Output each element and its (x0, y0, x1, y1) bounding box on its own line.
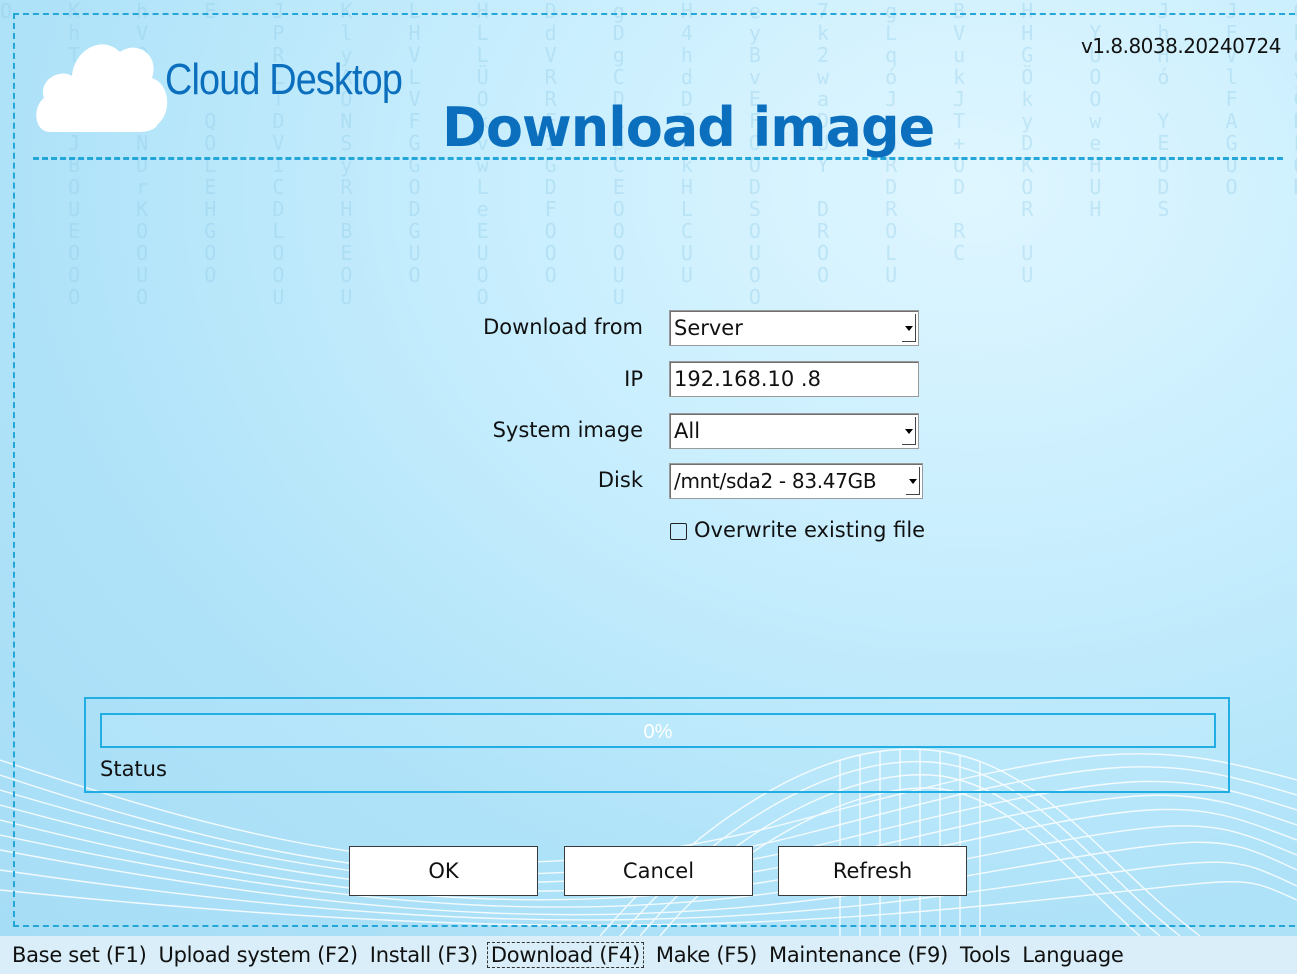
system-image-label: System image (492, 418, 643, 442)
disk-value: /mnt/sda2 - 83.47GB (674, 469, 877, 493)
system-image-select[interactable]: All (669, 413, 919, 449)
progress-percent: 0% (643, 721, 673, 743)
cancel-button[interactable]: Cancel (564, 846, 753, 896)
ok-button[interactable]: OK (349, 846, 538, 896)
chevron-down-icon[interactable] (902, 314, 916, 342)
overwrite-label: Overwrite existing file (694, 518, 926, 542)
disk-select[interactable]: /mnt/sda2 - 83.47GB (669, 463, 923, 499)
menu-item-language[interactable]: Language (1010, 943, 1124, 967)
version-label: v1.8.8038.20240724 (1080, 34, 1282, 58)
main-screen: O K h E J K L H D g H e 7 g B H J J G k … (0, 0, 1297, 936)
refresh-button[interactable]: Refresh (778, 846, 967, 896)
ip-label: IP (624, 367, 643, 391)
download-from-value: Server (674, 316, 743, 340)
page-title: Download image (442, 96, 935, 159)
overwrite-option[interactable]: Overwrite existing file (670, 518, 925, 542)
system-image-value: All (674, 419, 701, 443)
ip-value: 192.168.10 .8 (674, 367, 821, 391)
chevron-down-icon[interactable] (906, 467, 920, 495)
bottom-menu-bar: Base set (F1) Upload system (F2) Install (… (0, 936, 1297, 974)
brand-name: Cloud Desktop (165, 55, 403, 104)
menu-item-download-f4[interactable]: Download (F4) (486, 942, 644, 968)
menu-item-install-f3[interactable]: Install (F3) (358, 943, 478, 967)
chevron-down-icon[interactable] (902, 417, 916, 445)
menu-item-tools[interactable]: Tools (948, 943, 1011, 967)
cloud-logo-icon (36, 44, 168, 132)
disk-label: Disk (597, 468, 643, 492)
status-label: Status (100, 757, 167, 781)
menu-item-base-set-f1[interactable]: Base set (F1) (0, 943, 147, 967)
progress-bar: 0% (100, 713, 1216, 748)
download-from-select[interactable]: Server (669, 310, 919, 346)
menu-item-make-f5[interactable]: Make (F5) (644, 943, 757, 967)
overwrite-checkbox[interactable] (670, 522, 687, 540)
download-from-label: Download from (483, 315, 643, 339)
menu-item-upload-system-f2[interactable]: Upload system (F2) (147, 943, 359, 967)
progress-group: 0% Status (84, 697, 1230, 793)
ip-input[interactable]: 192.168.10 .8 (669, 361, 919, 397)
menu-item-maintenance-f9[interactable]: Maintenance (F9) (757, 943, 948, 967)
